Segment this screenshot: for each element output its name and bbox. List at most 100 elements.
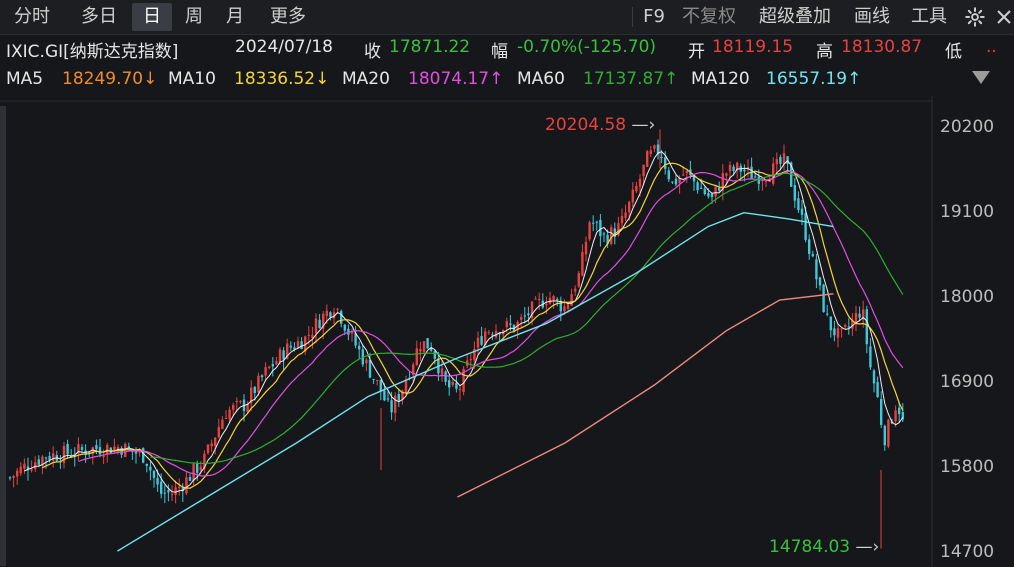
candle xyxy=(170,485,174,502)
candle xyxy=(854,305,858,332)
candle xyxy=(30,460,33,473)
candle xyxy=(224,410,228,419)
candle xyxy=(340,309,343,328)
quote-date: 2024/07/18 xyxy=(235,37,333,57)
candlestick-chart xyxy=(0,96,933,567)
candle xyxy=(556,297,559,307)
candle xyxy=(221,416,224,430)
candle xyxy=(692,175,696,191)
candle xyxy=(880,391,883,428)
candle xyxy=(696,180,699,194)
candle-series xyxy=(8,129,904,549)
candle xyxy=(772,157,775,186)
candle xyxy=(300,337,303,350)
candle xyxy=(455,375,458,393)
candle xyxy=(494,324,498,340)
candle xyxy=(394,392,397,422)
candle xyxy=(239,400,242,404)
no-adjust-button[interactable]: 不复权 xyxy=(674,3,744,31)
candle xyxy=(649,145,652,158)
quote-info-bar: IXIC.GI[纳斯达克指数] 2024/07/18 收 17871.22 幅 … xyxy=(0,34,1014,64)
candle xyxy=(833,320,836,342)
candle xyxy=(365,357,368,372)
candle xyxy=(62,441,66,469)
candle xyxy=(451,379,454,387)
close-label: 收 xyxy=(364,42,381,62)
candle xyxy=(818,276,822,291)
candle xyxy=(77,437,80,461)
candle xyxy=(217,418,220,439)
chart-toolbar: 分时 多日 日 周 月 更多 F9 不复权 超级叠加 画线 工具 xyxy=(0,0,1014,35)
candle xyxy=(840,328,843,338)
candle xyxy=(469,353,472,369)
candle xyxy=(822,283,825,313)
candle xyxy=(566,303,570,311)
low-value-truncated: .. xyxy=(986,37,997,57)
candle xyxy=(458,385,462,401)
candle xyxy=(152,469,156,488)
candle xyxy=(426,337,429,349)
candle xyxy=(667,166,670,183)
candle xyxy=(646,149,649,167)
moving-average-lines xyxy=(24,151,904,552)
chart-scrollbar[interactable] xyxy=(0,106,6,566)
y-tick-label: 18000 xyxy=(940,287,995,307)
candle xyxy=(808,234,811,260)
ma5-value: 18249.70↓ xyxy=(62,69,158,89)
y-tick-label: 15800 xyxy=(940,457,995,477)
candle xyxy=(318,314,321,329)
candle xyxy=(271,357,274,377)
tab-daily[interactable]: 日 xyxy=(132,3,172,31)
candle xyxy=(656,139,660,160)
candle xyxy=(23,458,26,475)
candle xyxy=(674,174,678,187)
candle xyxy=(289,341,292,351)
candle xyxy=(541,293,544,309)
tab-weekly[interactable]: 周 xyxy=(174,3,214,31)
candle xyxy=(588,220,591,242)
ma10-line xyxy=(42,162,904,489)
candle xyxy=(228,406,231,422)
close-icon[interactable] xyxy=(994,3,1014,31)
tools-button[interactable]: 工具 xyxy=(901,3,957,31)
candle xyxy=(185,470,188,496)
ma5-label: MA5 xyxy=(6,69,44,89)
candle xyxy=(685,170,688,183)
ma20-value: 18074.17↑ xyxy=(408,69,504,89)
candle xyxy=(466,353,469,369)
candle xyxy=(66,439,69,460)
triangle-down-icon[interactable] xyxy=(972,71,990,84)
tab-intraday[interactable]: 分时 xyxy=(4,3,60,31)
candle xyxy=(559,296,562,322)
draw-line-button[interactable]: 画线 xyxy=(845,3,899,31)
candle xyxy=(376,379,379,386)
candle xyxy=(250,380,253,412)
tab-multi-day[interactable]: 多日 xyxy=(69,3,129,31)
candle xyxy=(16,468,19,485)
candle xyxy=(12,475,15,488)
ma60-label: MA60 xyxy=(517,69,565,89)
candle xyxy=(282,347,285,371)
ma10-label: MA10 xyxy=(168,69,216,89)
candle xyxy=(145,463,148,473)
tab-more[interactable]: 更多 xyxy=(258,3,318,31)
candle xyxy=(480,326,483,347)
candle xyxy=(577,271,580,288)
candle xyxy=(163,485,166,504)
candle xyxy=(462,365,465,396)
ma5-line xyxy=(24,151,904,493)
candle xyxy=(703,186,706,196)
ma60-line xyxy=(150,172,904,465)
tab-monthly[interactable]: 月 xyxy=(215,3,255,31)
candle xyxy=(671,181,674,185)
ma120-value: 16557.19↑ xyxy=(766,69,862,89)
gear-icon[interactable] xyxy=(960,3,990,31)
overlay-button[interactable]: 超级叠加 xyxy=(749,3,841,31)
f9-button[interactable]: F9 xyxy=(636,3,672,31)
high-annotation-value: 20204.58 xyxy=(545,115,627,135)
candle xyxy=(106,442,109,463)
candle xyxy=(98,438,102,458)
candle xyxy=(858,306,861,321)
candle xyxy=(750,157,753,180)
candle xyxy=(8,476,12,481)
